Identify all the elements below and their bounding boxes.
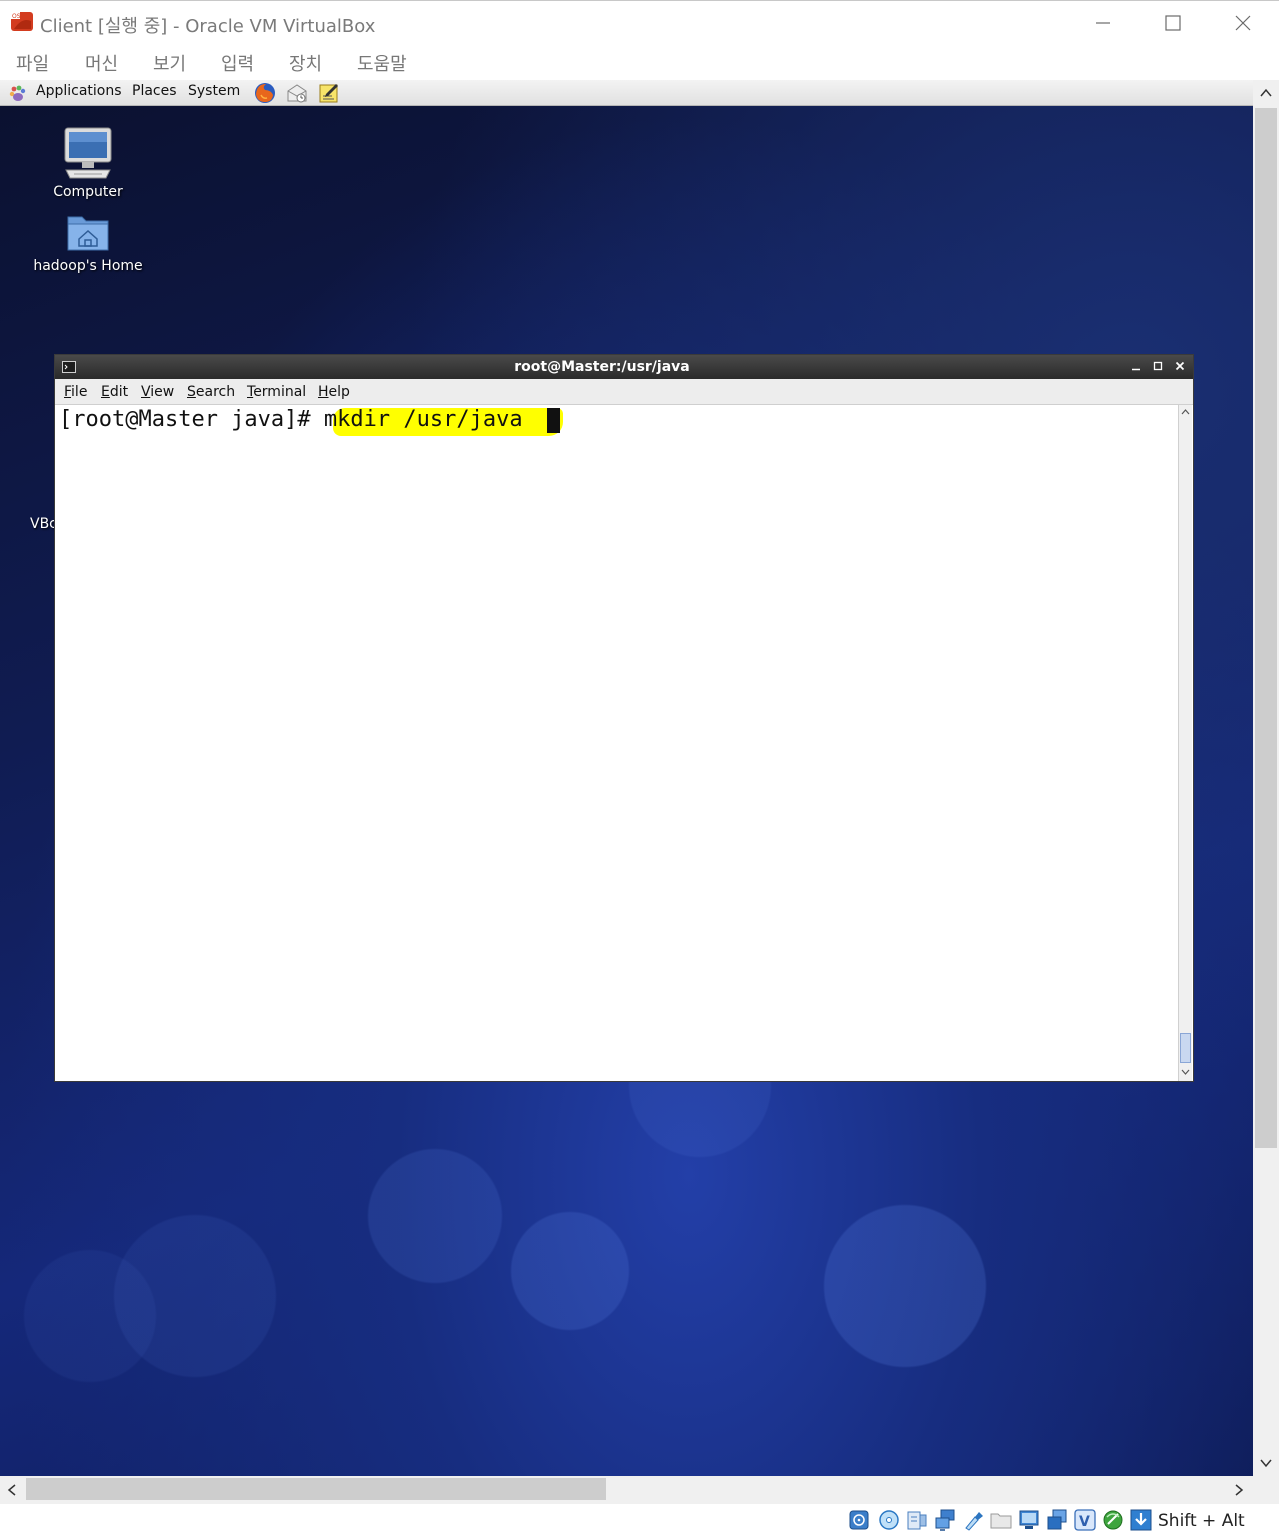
chevron-right-icon[interactable] (1234, 1484, 1244, 1496)
terminal-menubar: File Edit View Search Terminal Help (55, 379, 1193, 405)
mail-client-icon[interactable] (285, 81, 309, 105)
chevron-down-icon[interactable] (1180, 1067, 1191, 1077)
desktop-icon-computer[interactable]: Computer (28, 126, 148, 200)
terminal-title: root@Master:/usr/java (514, 359, 690, 375)
desktop-icon-label: Computer (53, 184, 123, 200)
horizontal-scrollbar-thumb[interactable] (26, 1478, 606, 1500)
menu-machine[interactable]: 머신 (85, 50, 118, 76)
close-icon (1175, 361, 1185, 371)
vertical-scrollbar[interactable] (1253, 80, 1279, 1476)
optical-drive-icon[interactable] (878, 1508, 900, 1532)
maximize-icon (1153, 361, 1163, 371)
chevron-left-icon[interactable] (7, 1484, 17, 1496)
hard-disk-icon[interactable] (848, 1508, 870, 1532)
vertical-scrollbar-thumb[interactable] (1255, 108, 1277, 1148)
window-menubar (0, 46, 1279, 80)
menu-devices[interactable]: 장치 (289, 50, 322, 76)
terminal-menu-file[interactable]: File (64, 384, 87, 400)
network-icon[interactable] (934, 1508, 956, 1532)
notes-editor-icon[interactable] (317, 81, 341, 105)
desktop-icon-home[interactable]: hadoop's Home (28, 210, 148, 274)
terminal-line: [root@Master java]# mkdir /usr/java (59, 407, 523, 432)
horizontal-scrollbar[interactable] (0, 1476, 1253, 1504)
menu-help[interactable]: 도움말 (357, 50, 407, 76)
minimize-icon (1132, 368, 1140, 371)
shared-folders-icon[interactable] (990, 1508, 1012, 1532)
host-key-label: Shift + Alt (1158, 1511, 1245, 1531)
maximize-icon (1165, 15, 1181, 31)
typed-command: mkdir /usr/java (323, 407, 523, 432)
terminal-window[interactable]: root@Master:/usr/java File Edit View Sea… (54, 354, 1194, 1082)
terminal-menu-help[interactable]: Help (318, 384, 350, 400)
menu-view[interactable]: 보기 (153, 50, 186, 76)
svg-text:V: V (1079, 1514, 1090, 1530)
terminal-menu-search[interactable]: Search (187, 384, 235, 400)
firefox-icon[interactable] (253, 81, 277, 105)
panel-menu-system[interactable]: System (188, 83, 240, 99)
window-title: Client [실행 중] - Oracle VM VirtualBox (40, 16, 376, 37)
terminal-minimize-button[interactable] (1128, 359, 1144, 375)
desktop-icon-label: hadoop's Home (33, 258, 143, 274)
guest-desktop[interactable]: Computer hadoop's Home VBc root@Master:/… (0, 106, 1253, 1476)
mouse-integration-icon[interactable] (1102, 1508, 1124, 1532)
panel-menu-places[interactable]: Places (132, 83, 177, 99)
terminal-menu-view[interactable]: View (141, 384, 174, 400)
computer-icon (64, 127, 112, 179)
close-button[interactable] (1220, 6, 1266, 40)
terminal-scrollbar-thumb[interactable] (1180, 1033, 1191, 1063)
chevron-down-icon[interactable] (1260, 1458, 1272, 1468)
virtualization-icon[interactable]: V (1074, 1508, 1096, 1532)
home-folder-icon (67, 216, 109, 251)
video-capture-icon[interactable] (1046, 1508, 1068, 1532)
terminal-menu-terminal[interactable]: Terminal (247, 384, 306, 400)
terminal-titlebar[interactable]: root@Master:/usr/java (55, 355, 1193, 379)
close-icon (1235, 15, 1251, 31)
desktop-icon-partial-label[interactable]: VBc (30, 516, 57, 532)
svg-text:OS: OS (12, 13, 21, 20)
maximize-button[interactable] (1150, 6, 1196, 40)
virtualbox-app-icon: OS (11, 12, 33, 31)
gnome-foot-icon (9, 85, 26, 101)
usb-icon[interactable] (962, 1508, 984, 1532)
audio-icon[interactable] (906, 1508, 928, 1532)
chevron-up-icon[interactable] (1180, 407, 1191, 417)
terminal-close-button[interactable] (1172, 359, 1188, 375)
shell-prompt: [root@Master java]# (59, 407, 324, 432)
minimize-button[interactable] (1080, 6, 1126, 40)
terminal-menu-edit[interactable]: Edit (101, 384, 128, 400)
menu-input[interactable]: 입력 (221, 50, 254, 76)
menu-file[interactable]: 파일 (16, 50, 49, 76)
display-icon[interactable] (1018, 1508, 1040, 1532)
download-icon[interactable] (1130, 1508, 1152, 1532)
terminal-maximize-button[interactable] (1150, 359, 1166, 375)
text-cursor (547, 408, 560, 433)
scrollbar-corner (1253, 1476, 1279, 1504)
chevron-up-icon[interactable] (1260, 88, 1272, 98)
minimize-icon (1096, 22, 1110, 24)
guest-display[interactable]: Applications Places System Computer hado… (0, 80, 1253, 1476)
terminal-scrollbar[interactable] (1178, 405, 1192, 1081)
terminal-output[interactable]: [root@Master java]# mkdir /usr/java (55, 405, 1177, 1081)
panel-menu-applications[interactable]: Applications (36, 83, 122, 99)
